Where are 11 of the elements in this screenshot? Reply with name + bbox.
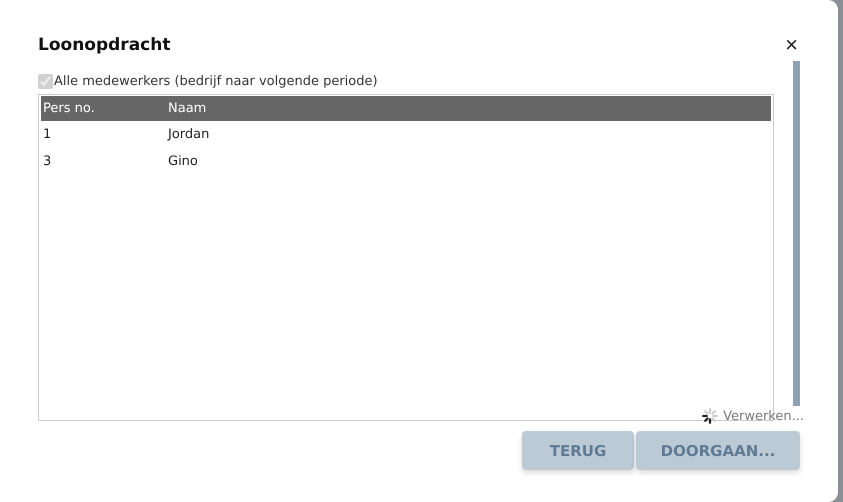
- column-header: Pers no.: [42, 101, 96, 116]
- table-cell-text: 1: [42, 127, 52, 142]
- table-cell: Gino: [168, 154, 198, 169]
- checkbox-label: Alle medewerkers (bedrijf naar volgende periode): [54, 74, 378, 88]
- close-button[interactable]: ×: [785, 34, 798, 56]
- dialog-title: Loonopdracht: [38, 35, 170, 55]
- status-text: Verwerken...: [723, 408, 804, 424]
- table-cell-text: 3: [42, 154, 52, 169]
- table-cell: Jordan: [168, 127, 210, 142]
- scrollbar[interactable]: [793, 61, 800, 406]
- column-header: Naam: [168, 101, 206, 116]
